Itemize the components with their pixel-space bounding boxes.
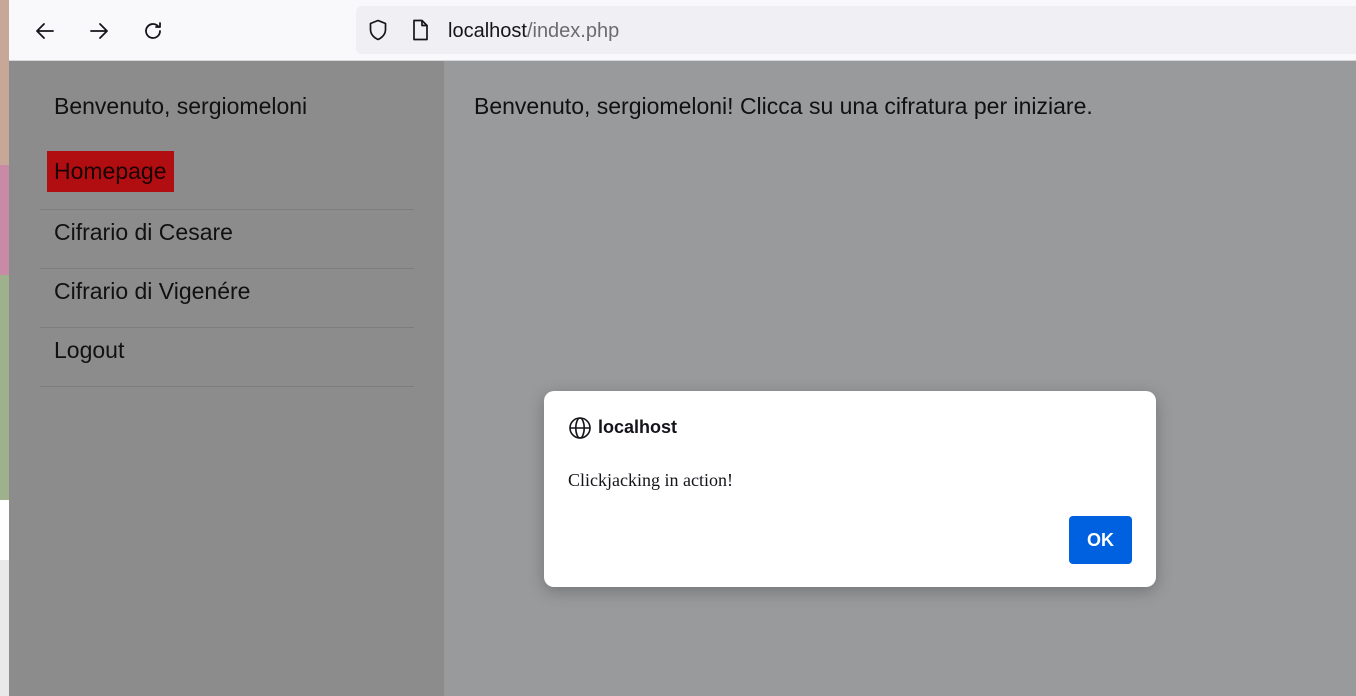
arrow-left-icon <box>36 23 54 39</box>
sidebar-item-logout[interactable]: Logout <box>40 328 414 387</box>
dialog-message: Clickjacking in action! <box>568 470 733 490</box>
alert-dialog: localhost Clickjacking in action! OK <box>544 391 1156 587</box>
globe-icon <box>569 417 591 439</box>
sidebar-item-cesare[interactable]: Cifrario di Cesare <box>40 210 414 269</box>
url-text[interactable]: localhost/index.php <box>448 19 619 43</box>
main-area: Benvenuto, sergiomeloni! Clicca su una c… <box>444 61 1356 696</box>
sidebar-item-label: Homepage <box>47 151 174 192</box>
sidebar-item-label: Logout <box>54 337 125 363</box>
reload-button[interactable] <box>136 14 170 48</box>
background-window-strip <box>0 0 9 696</box>
sidebar-item-label: Cifrario di Vigenére <box>54 278 251 304</box>
welcome-message: Benvenuto, sergiomeloni! Clicca su una c… <box>474 93 1093 119</box>
shield-icon[interactable] <box>366 18 390 42</box>
reload-icon <box>145 22 161 39</box>
sidebar-welcome: Benvenuto, sergiomeloni <box>54 93 308 119</box>
sidebar-menu: Homepage Cifrario di Cesare Cifrario di … <box>40 151 414 387</box>
forward-button[interactable] <box>82 14 116 48</box>
page-icon[interactable] <box>408 18 432 42</box>
dialog-host: localhost <box>598 417 678 437</box>
back-button[interactable] <box>28 14 62 48</box>
browser-toolbar: localhost/index.php <box>9 0 1356 61</box>
page-content: Benvenuto, sergiomeloni Homepage Cifrari… <box>9 61 1356 696</box>
url-path: /index.php <box>526 20 620 42</box>
url-host: localhost <box>448 20 527 42</box>
sidebar-item-homepage[interactable]: Homepage <box>40 151 414 210</box>
sidebar: Benvenuto, sergiomeloni Homepage Cifrari… <box>9 61 444 696</box>
arrow-right-icon <box>90 23 108 39</box>
sidebar-item-label: Cifrario di Cesare <box>54 219 233 245</box>
ok-button[interactable]: OK <box>1069 516 1132 564</box>
sidebar-item-vigenere[interactable]: Cifrario di Vigenére <box>40 269 414 328</box>
address-bar[interactable]: localhost/index.php <box>356 6 1356 54</box>
